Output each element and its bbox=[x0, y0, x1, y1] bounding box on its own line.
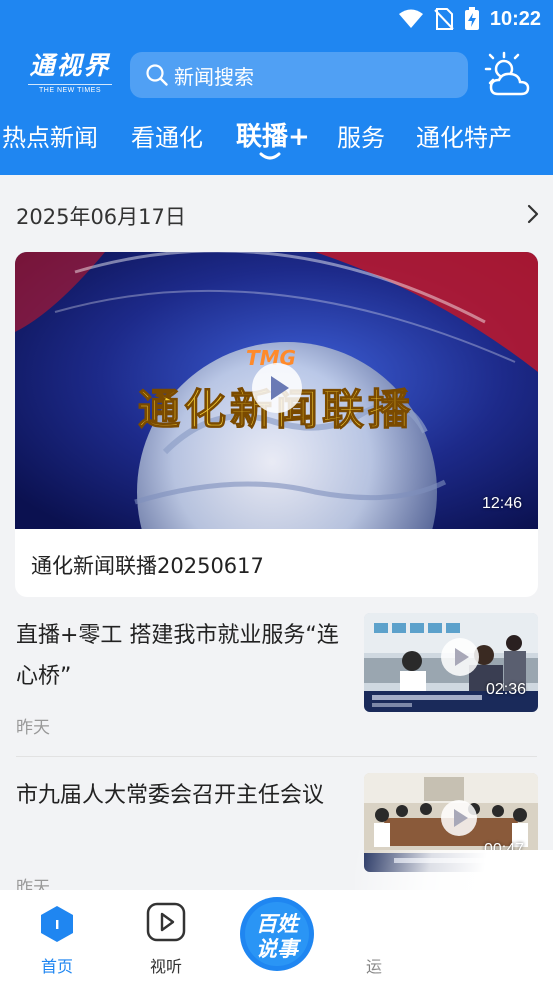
news-thumbnail[interactable]: 02:36 bbox=[364, 613, 538, 712]
video-duration: 02:36 bbox=[485, 681, 526, 698]
video-duration: 12:46 bbox=[482, 495, 523, 512]
chevron-right-icon bbox=[527, 204, 539, 224]
channel-tabs: 热点新闻 看通化 联播+ 服务 通化特产 bbox=[0, 112, 553, 164]
home-icon bbox=[41, 906, 73, 942]
content-feed[interactable]: 2025年06月17日 TMG 12:46 通化新闻联播20250617 直播+… bbox=[0, 175, 553, 898]
tab-local-specialties[interactable]: 通化特产 bbox=[416, 118, 512, 153]
weather-icon[interactable] bbox=[482, 50, 532, 100]
featured-video-thumbnail[interactable]: TMG 通化新闻联播 12:46 bbox=[15, 252, 538, 529]
date-text: 2025年06月17日 bbox=[16, 205, 186, 229]
citizen-voice-badge: 百姓 说事 bbox=[236, 893, 318, 975]
nav-home-label: 首页 bbox=[40, 957, 73, 976]
play-icon[interactable] bbox=[440, 799, 478, 837]
overlay-fade bbox=[355, 850, 553, 983]
news-title[interactable]: 市九届人大常委会召开主任会议 bbox=[16, 775, 346, 816]
featured-video-card[interactable]: TMG 通化新闻联播 12:46 通化新闻联播20250617 bbox=[15, 252, 538, 597]
citizen-voice-button[interactable]: 百姓 说事 bbox=[234, 890, 320, 976]
search-input[interactable]: 新闻搜索 bbox=[130, 52, 468, 98]
featured-video-title[interactable]: 通化新闻联播20250617 bbox=[31, 550, 264, 580]
tab-see-tonghua[interactable]: 看通化 bbox=[131, 118, 203, 153]
play-icon[interactable] bbox=[440, 637, 480, 677]
status-icons: 10:22 bbox=[398, 6, 541, 32]
nav-video[interactable]: 视听 bbox=[126, 890, 206, 983]
status-bar: 10:22 bbox=[0, 0, 553, 38]
video-play-icon bbox=[146, 902, 186, 942]
nav-home[interactable]: 首页 bbox=[17, 890, 97, 983]
list-item[interactable]: 直播+零工 搭建我市就业服务“连心桥” 昨天 02:36 bbox=[16, 613, 538, 745]
status-time: 10:22 bbox=[489, 7, 541, 30]
date-header[interactable]: 2025年06月17日 bbox=[16, 199, 541, 231]
center-button-line1: 百姓 bbox=[256, 912, 301, 936]
search-icon bbox=[146, 64, 168, 86]
app-logo[interactable]: 通视界 THE NEW TIMES bbox=[28, 50, 112, 102]
wifi-icon bbox=[398, 9, 423, 28]
search-placeholder: 新闻搜索 bbox=[174, 64, 254, 89]
center-button-line2: 说事 bbox=[256, 937, 302, 961]
tab-broadcast-plus[interactable]: 联播+ bbox=[236, 116, 310, 153]
logo-main-text: 通视界 bbox=[29, 51, 111, 80]
news-title[interactable]: 直播+零工 搭建我市就业服务“连心桥” bbox=[16, 615, 346, 697]
battery-charging-icon bbox=[464, 7, 479, 30]
play-icon[interactable] bbox=[251, 362, 303, 414]
active-tab-indicator bbox=[259, 152, 281, 160]
tab-hot-news[interactable]: 热点新闻 bbox=[2, 118, 98, 153]
tab-services[interactable]: 服务 bbox=[337, 118, 385, 153]
logo-sub-text: THE NEW TIMES bbox=[28, 84, 112, 94]
app-header: 10:22 通视界 THE NEW TIMES 新闻搜索 热点新闻 看通化 联播… bbox=[0, 0, 553, 175]
no-sim-icon bbox=[434, 8, 454, 30]
news-time: 昨天 bbox=[16, 718, 50, 738]
nav-video-label: 视听 bbox=[149, 957, 182, 976]
divider bbox=[16, 756, 537, 757]
